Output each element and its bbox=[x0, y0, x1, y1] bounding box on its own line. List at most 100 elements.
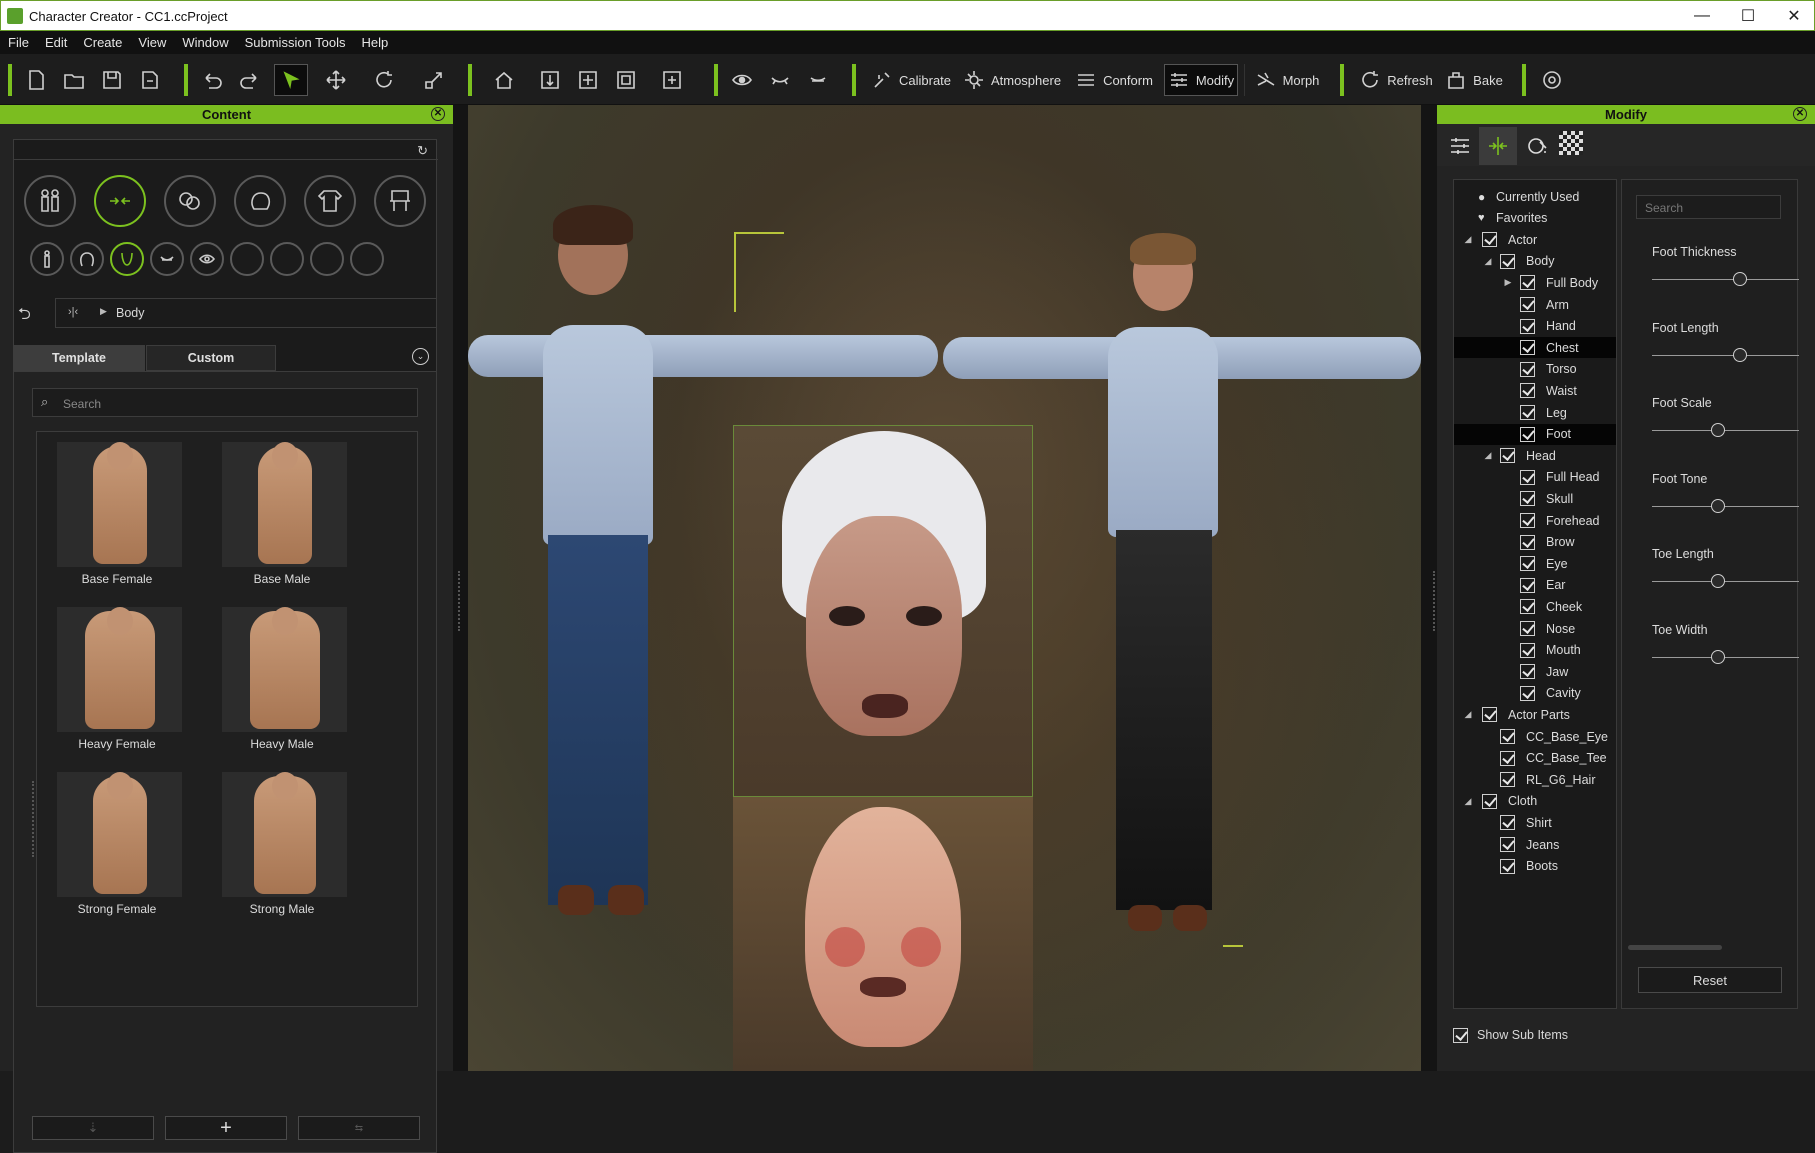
mouth-subcategory-icon[interactable] bbox=[150, 242, 184, 276]
thumbnail-strong-female[interactable] bbox=[57, 772, 182, 897]
tree-checkbox[interactable] bbox=[1520, 340, 1535, 356]
tree-checkbox[interactable] bbox=[1482, 793, 1497, 809]
select-tool-icon[interactable] bbox=[274, 64, 308, 96]
tree-item-rl-g6-hair[interactable]: RL_G6_Hair bbox=[1454, 769, 1616, 790]
preview-window-elderly-face[interactable] bbox=[733, 425, 1033, 797]
tree-item-arm[interactable]: Arm bbox=[1454, 294, 1616, 315]
thumbnail-base-female[interactable] bbox=[57, 442, 182, 567]
chevron-down-icon[interactable]: ⌄ bbox=[412, 348, 429, 365]
wireframe-icon[interactable] bbox=[804, 64, 832, 96]
modify-button[interactable]: Modify bbox=[1164, 64, 1238, 96]
appearance-tab-icon[interactable] bbox=[1521, 129, 1555, 163]
slider-track[interactable] bbox=[1652, 656, 1799, 658]
tree-checkbox[interactable] bbox=[1520, 275, 1535, 291]
tree-item-hand[interactable]: Hand bbox=[1454, 316, 1616, 337]
tree-checkbox[interactable] bbox=[1520, 297, 1535, 312]
tree-item-nose[interactable]: Nose bbox=[1454, 618, 1616, 639]
slider-track[interactable] bbox=[1652, 354, 1799, 356]
slider-knob[interactable] bbox=[1733, 272, 1748, 286]
tree-checkbox[interactable] bbox=[1500, 253, 1515, 269]
tree-item-jeans[interactable]: Jeans bbox=[1454, 834, 1616, 855]
tree-item-cloth[interactable]: ◢ Cloth bbox=[1454, 791, 1616, 812]
tree-checkbox[interactable] bbox=[1520, 621, 1535, 636]
menu-file[interactable]: File bbox=[0, 35, 37, 50]
tree-item-currently-used[interactable]: ● Currently Used bbox=[1454, 186, 1616, 207]
rotate-tool-icon[interactable] bbox=[366, 64, 402, 96]
tree-item-full-body[interactable]: ▶ Full Body bbox=[1454, 272, 1616, 293]
morph-breadcrumb-icon[interactable]: ›|‹ bbox=[68, 306, 78, 318]
atmosphere-button[interactable]: Atmosphere bbox=[962, 64, 1062, 96]
tree-checkbox[interactable] bbox=[1500, 837, 1515, 852]
full-body-subcategory-icon[interactable] bbox=[30, 242, 64, 276]
expanded-arrow-icon[interactable]: ◢ bbox=[1482, 450, 1494, 461]
modify-search-input[interactable]: Search bbox=[1636, 195, 1781, 219]
expanded-arrow-icon[interactable]: ◢ bbox=[1462, 709, 1474, 720]
download-button[interactable]: ⇣ bbox=[32, 1116, 154, 1140]
tree-checkbox[interactable] bbox=[1500, 729, 1515, 744]
show-sub-items-checkbox[interactable] bbox=[1453, 1027, 1468, 1043]
tree-checkbox[interactable] bbox=[1520, 513, 1535, 528]
tree-item-forehead[interactable]: Forehead bbox=[1454, 510, 1616, 531]
tree-checkbox[interactable] bbox=[1520, 469, 1535, 485]
expanded-arrow-icon[interactable]: ◢ bbox=[1482, 256, 1494, 267]
tree-item-cavity[interactable]: Cavity bbox=[1454, 683, 1616, 704]
redo-icon[interactable] bbox=[236, 64, 264, 96]
tree-item-body[interactable]: ◢ Body bbox=[1454, 251, 1616, 272]
search-input[interactable]: ⌕ Search bbox=[32, 388, 418, 417]
slider-track[interactable] bbox=[1652, 430, 1799, 431]
body-subcategory-icon[interactable] bbox=[110, 242, 144, 276]
cloth-category-icon[interactable] bbox=[304, 175, 356, 227]
refresh-button[interactable]: Refresh bbox=[1356, 64, 1436, 96]
replace-button[interactable]: ⇆ bbox=[298, 1116, 420, 1140]
tree-checkbox[interactable] bbox=[1520, 426, 1535, 442]
slider-knob[interactable] bbox=[1733, 347, 1748, 362]
frame-selected-icon[interactable] bbox=[574, 64, 602, 96]
tree-checkbox[interactable] bbox=[1482, 707, 1497, 723]
tree-item-mouth[interactable]: Mouth bbox=[1454, 640, 1616, 661]
tree-item-eye[interactable]: Eye bbox=[1454, 553, 1616, 574]
menu-submission-tools[interactable]: Submission Tools bbox=[237, 35, 354, 50]
tree-checkbox[interactable] bbox=[1520, 642, 1535, 658]
3d-viewport[interactable] bbox=[468, 105, 1421, 1071]
texture-tab-icon[interactable] bbox=[1559, 131, 1583, 155]
slider-track[interactable] bbox=[1652, 505, 1799, 507]
breadcrumb-body[interactable]: Body bbox=[116, 306, 145, 320]
thumbnail-heavy-male[interactable] bbox=[222, 607, 347, 732]
collapsed-arrow-icon[interactable]: ▶ bbox=[1502, 277, 1514, 288]
tree-checkbox[interactable] bbox=[1500, 448, 1515, 464]
slider-knob[interactable] bbox=[1711, 498, 1726, 513]
tree-item-torso[interactable]: Torso bbox=[1454, 359, 1616, 380]
show-sub-items-row[interactable]: Show Sub Items bbox=[1453, 1025, 1653, 1045]
calibrate-button[interactable]: Calibrate bbox=[868, 64, 954, 96]
tree-item-cc-base-tee[interactable]: CC_Base_Tee bbox=[1454, 748, 1616, 769]
home-camera-icon[interactable] bbox=[484, 64, 524, 96]
splitter-right[interactable] bbox=[1421, 105, 1437, 1071]
tree-checkbox[interactable] bbox=[1520, 685, 1535, 701]
tree-item-brow[interactable]: Brow bbox=[1454, 532, 1616, 553]
slider-knob[interactable] bbox=[1711, 574, 1726, 588]
tree-checkbox[interactable] bbox=[1500, 858, 1515, 874]
accessory-category-icon[interactable] bbox=[374, 175, 426, 227]
tree-checkbox[interactable] bbox=[1520, 534, 1535, 550]
horizontal-scrollbar[interactable] bbox=[1628, 945, 1722, 950]
head-subcategory-icon[interactable] bbox=[70, 242, 104, 276]
menu-edit[interactable]: Edit bbox=[37, 35, 75, 50]
new-file-icon[interactable] bbox=[22, 64, 50, 96]
slider-track[interactable] bbox=[1652, 279, 1799, 280]
tree-item-favorites[interactable]: ♥ Favorites bbox=[1454, 208, 1616, 229]
thumbnail-base-male[interactable] bbox=[222, 442, 347, 567]
tree-checkbox[interactable] bbox=[1482, 232, 1497, 248]
splitter-left[interactable] bbox=[453, 105, 468, 1071]
tree-item-waist[interactable]: Waist bbox=[1454, 380, 1616, 401]
tree-checkbox[interactable] bbox=[1520, 361, 1535, 377]
eye-subcategory-icon[interactable] bbox=[190, 242, 224, 276]
slider-knob[interactable] bbox=[1711, 649, 1726, 664]
thumbnail-strong-male[interactable] bbox=[222, 772, 347, 897]
menu-view[interactable]: View bbox=[130, 35, 174, 50]
conform-button[interactable]: Conform bbox=[1074, 64, 1154, 96]
menu-help[interactable]: Help bbox=[354, 35, 397, 50]
tree-item-jaw[interactable]: Jaw bbox=[1454, 661, 1616, 682]
tree-checkbox[interactable] bbox=[1520, 556, 1535, 572]
move-tool-icon[interactable] bbox=[318, 64, 354, 96]
tree-item-foot[interactable]: Foot bbox=[1454, 423, 1616, 445]
